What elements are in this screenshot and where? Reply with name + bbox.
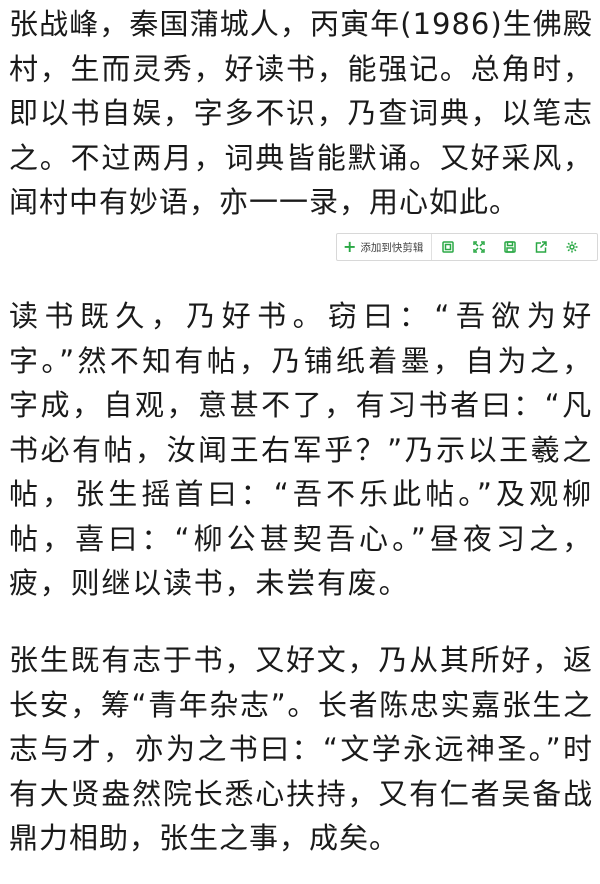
clip-toolbar: + 添加到快剪辑 xyxy=(336,233,598,261)
plus-icon: + xyxy=(343,237,357,256)
add-to-clip-button[interactable]: + 添加到快剪辑 xyxy=(337,234,433,260)
save-icon[interactable] xyxy=(494,234,525,260)
paragraph-2: 读书既久，乃好书。窃曰：“吾欲为好字。”然不知有帖，乃铺纸着墨，自为之，字成，自… xyxy=(9,299,593,600)
fullscreen-icon[interactable] xyxy=(463,234,494,260)
window-icon[interactable] xyxy=(432,234,463,260)
paragraph-3: 张生既有志于书，又好文，乃从其所好，返长安，筹“青年杂志”。长者陈忠实嘉张生之志… xyxy=(9,643,593,855)
add-to-clip-label: 添加到快剪辑 xyxy=(360,241,424,254)
settings-icon[interactable] xyxy=(556,234,587,260)
share-icon[interactable] xyxy=(525,234,556,260)
paragraph-1: 张战峰，秦国蒲城人，丙寅年(1986)生佛殿村，生而灵秀，好读书，能强记。总角时… xyxy=(9,7,593,219)
